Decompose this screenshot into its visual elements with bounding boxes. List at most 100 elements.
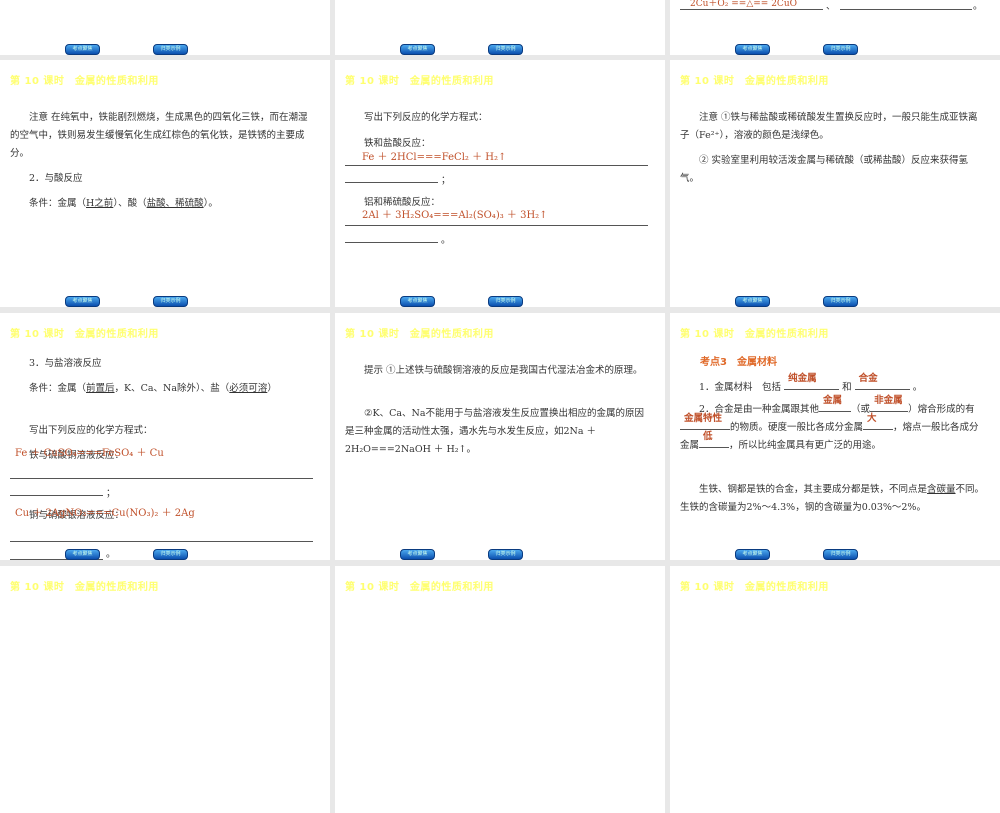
slide-salt-notes: 第 10 课时 金属的性质和利用 提示 ①上述铁与硫酸铜溶液的反应是我国古代湿法… bbox=[335, 313, 665, 560]
answer: H之前 bbox=[86, 198, 114, 209]
slide-title: 第 10 课时 金属的性质和利用 bbox=[680, 329, 829, 340]
text: 1．金属材料 包括 bbox=[699, 382, 782, 393]
blank: 大 bbox=[863, 413, 894, 430]
answer: 合金 bbox=[858, 373, 878, 384]
condition-text: 条件：金属（H之前）、酸（盐酸、稀硫酸）。 bbox=[10, 195, 315, 213]
slide-title: 第 10 课时 金属的性质和利用 bbox=[345, 329, 494, 340]
period: 。 bbox=[441, 235, 451, 246]
slide-prev-3: 2Cu＋O₂ ==△== 2CuO 、 。 考点聚焦 归类示例 bbox=[670, 0, 1000, 55]
next-nav-button[interactable]: 归类示例 bbox=[488, 296, 523, 307]
answer: 前置后 bbox=[86, 383, 115, 394]
answer: 非金属 bbox=[874, 395, 903, 406]
answer-cu-agno3: Cu ＋ 2AgNO₃===Cu(NO₃)₂ ＋ 2Ag bbox=[15, 508, 195, 519]
answer: 含碳量 bbox=[927, 484, 956, 495]
answer: 金属 bbox=[823, 395, 843, 406]
instruction: 写出下列反应的化学方程式： bbox=[364, 112, 488, 123]
text: 的物质。硬度一般比各成分金属 bbox=[730, 422, 864, 433]
next-nav-button[interactable]: 归类示例 bbox=[823, 44, 858, 55]
slide-acid-notes: 第 10 课时 金属的性质和利用 注意 ①铁与稀盐酸或稀硫酸发生置换反应时，一般… bbox=[670, 60, 1000, 307]
note-paragraph: ② 实验室里利用较活泼金属与稀硫酸（或稀盐酸）反应来获得氢气。 bbox=[680, 155, 969, 184]
separator: 、 bbox=[826, 1, 836, 12]
iron-steel-text: 生铁、钢都是铁的合金，其主要成分都是铁，不同点是含碳量不同。生铁的含碳量为2%～… bbox=[680, 481, 985, 517]
period: 。 bbox=[106, 549, 116, 560]
answer: 必须可溶 bbox=[229, 383, 268, 394]
text: 和 bbox=[842, 382, 852, 393]
next-nav-button[interactable]: 归类示例 bbox=[823, 296, 858, 307]
prev-nav-button[interactable]: 考点聚焦 bbox=[65, 296, 100, 307]
answer-2cu-o2: 2Cu＋O₂ ==△== 2CuO bbox=[690, 0, 797, 9]
prev-nav-button[interactable]: 考点聚焦 bbox=[65, 549, 100, 560]
blank-line bbox=[840, 9, 972, 10]
answer-fe-cuso4: Fe ＋ CuSO₄===FeSO₄ ＋ Cu bbox=[15, 448, 164, 459]
alloy-text: 2．合金是由一种金属跟其他 金属 （或 非金属 ）熔合形成的有 金属特性 的物质。硬度一般比… bbox=[680, 395, 985, 455]
semicolon: ； bbox=[106, 488, 116, 499]
slide-title: 第 10 课时 金属的性质和利用 bbox=[345, 76, 494, 87]
text: ，K、Ca、Na除外）、盐（ bbox=[114, 383, 230, 394]
slide-metal-materials: 第 10 课时 金属的性质和利用 考点3 金属材料 1．金属材料 包括 纯金属 … bbox=[670, 313, 1000, 560]
prev-nav-button[interactable]: 考点聚焦 bbox=[735, 549, 770, 560]
tip-paragraph: 提示 ①上述铁与硫酸铜溶液的反应是我国古代湿法冶金术的原理。 bbox=[364, 365, 643, 376]
text: ）、酸（ bbox=[113, 198, 147, 209]
prev-nav-button[interactable]: 考点聚焦 bbox=[735, 296, 770, 307]
period: 。 bbox=[973, 1, 983, 12]
slide-prev-2: 考点聚焦 归类示例 bbox=[335, 0, 665, 55]
slide-title: 第 10 课时 金属的性质和利用 bbox=[680, 582, 829, 593]
answer: 纯金属 bbox=[788, 373, 817, 384]
blank-line bbox=[345, 225, 648, 226]
next-nav-button[interactable]: 归类示例 bbox=[153, 44, 188, 55]
instruction: 写出下列反应的化学方程式： bbox=[29, 425, 153, 436]
text: ）。 bbox=[203, 198, 218, 209]
answer: 低 bbox=[703, 431, 713, 442]
slide-next-1: 第 10 课时 金属的性质和利用 bbox=[0, 566, 330, 813]
slide-next-2: 第 10 课时 金属的性质和利用 bbox=[335, 566, 665, 813]
prev-nav-button[interactable]: 考点聚焦 bbox=[65, 44, 100, 55]
next-nav-button[interactable]: 归类示例 bbox=[153, 549, 188, 560]
text: 条件：金属（ bbox=[29, 383, 87, 394]
note-paragraph: 注意 在纯氧中，铁能剧烈燃烧，生成黑色的四氧化三铁，而在潮湿的空气中，铁则易发生… bbox=[10, 112, 308, 159]
text: 生铁、钢都是铁的合金，其主要成分都是铁，不同点是 bbox=[699, 484, 928, 495]
blank: 合金 bbox=[854, 373, 910, 390]
blank-line bbox=[345, 242, 438, 243]
blank: 纯金属 bbox=[784, 373, 840, 390]
next-nav-button[interactable]: 归类示例 bbox=[488, 549, 523, 560]
answer: 金属特性 bbox=[684, 413, 723, 424]
blank: 低 bbox=[699, 431, 730, 448]
slide-title: 第 10 课时 金属的性质和利用 bbox=[10, 582, 159, 593]
answer-iron-hcl: Fe ＋ 2HCl===FeCl₂ ＋ H₂↑ bbox=[362, 152, 507, 163]
text: ）熔合形成的有 bbox=[908, 404, 975, 415]
next-nav-button[interactable]: 归类示例 bbox=[488, 44, 523, 55]
slide-title: 第 10 课时 金属的性质和利用 bbox=[10, 76, 159, 87]
slide-prev-1: 考点聚焦 归类示例 bbox=[0, 0, 330, 55]
blank-line bbox=[10, 541, 313, 542]
slide-title: 第 10 课时 金属的性质和利用 bbox=[680, 76, 829, 87]
blank-line bbox=[10, 495, 103, 496]
next-nav-button[interactable]: 归类示例 bbox=[153, 296, 188, 307]
next-nav-button[interactable]: 归类示例 bbox=[823, 549, 858, 560]
prev-nav-button[interactable]: 考点聚焦 bbox=[400, 296, 435, 307]
blank-line bbox=[10, 478, 313, 479]
answer: 盐酸、稀硫酸 bbox=[146, 198, 204, 209]
tip-paragraph: ②K、Ca、Na不能用于与盐溶液发生反应置换出相应的金属的原因是三种金属的活动性… bbox=[345, 408, 645, 455]
prev-nav-button[interactable]: 考点聚焦 bbox=[400, 549, 435, 560]
text: 。 bbox=[912, 382, 923, 393]
semicolon: ； bbox=[441, 175, 451, 186]
slide-acid-equations: 第 10 课时 金属的性质和利用 写出下列反应的化学方程式： 铁和盐酸反应： F… bbox=[335, 60, 665, 307]
text: ，所以比纯金属具有更广泛的用途。 bbox=[729, 440, 882, 451]
slide-title: 第 10 课时 金属的性质和利用 bbox=[10, 329, 159, 340]
text: ） bbox=[267, 383, 277, 394]
slide-next-3: 第 10 课时 金属的性质和利用 bbox=[670, 566, 1000, 813]
note-paragraph: 注意 ①铁与稀盐酸或稀硫酸发生置换反应时，一般只能生成亚铁离子（Fe²⁺），溶液… bbox=[680, 112, 978, 141]
text: 条件：金属（ bbox=[29, 198, 87, 209]
blank-line bbox=[680, 9, 823, 10]
blank-line bbox=[345, 182, 438, 183]
slide-salt-reactions: 第 10 课时 金属的性质和利用 3．与盐溶液反应 条件：金属（前置后，K、Ca… bbox=[0, 313, 330, 560]
prev-nav-button[interactable]: 考点聚焦 bbox=[400, 44, 435, 55]
section-heading: 2．与酸反应 bbox=[29, 173, 83, 184]
blank: 金属 bbox=[819, 395, 852, 412]
answer-al-h2so4: 2Al ＋ 3H₂SO₄===Al₂(SO₄)₃ ＋ 3H₂↑ bbox=[362, 210, 548, 221]
slide-title: 第 10 课时 金属的性质和利用 bbox=[345, 582, 494, 593]
prev-nav-button[interactable]: 考点聚焦 bbox=[735, 44, 770, 55]
slide-iron-oxidation: 第 10 课时 金属的性质和利用 注意 在纯氧中，铁能剧烈燃烧，生成黑色的四氧化… bbox=[0, 60, 330, 307]
exam-point-heading: 考点3 金属材料 bbox=[700, 357, 777, 368]
answer: 大 bbox=[867, 413, 877, 424]
